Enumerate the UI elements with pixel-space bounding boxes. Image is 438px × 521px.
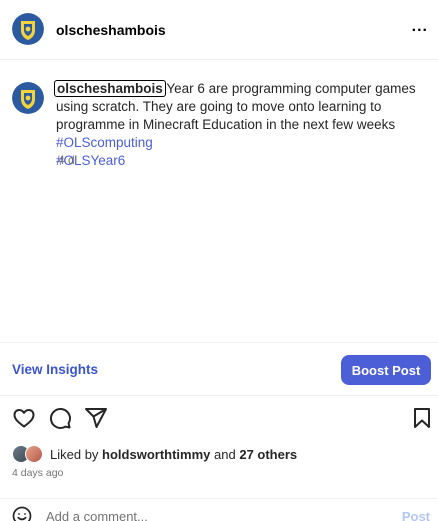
others-count-link[interactable]: 27 others: [239, 447, 297, 462]
caption-username[interactable]: olscheshambois: [54, 80, 166, 97]
view-insights-link[interactable]: View Insights: [12, 362, 98, 377]
comment-icon[interactable]: [48, 406, 72, 430]
caption-area: olscheshambois Year 6 are programming co…: [0, 60, 438, 342]
heart-icon[interactable]: [12, 406, 36, 430]
bookmark-icon[interactable]: [410, 406, 434, 430]
likes-summary: Liked by holdsworthtimmy and 27 others: [12, 445, 297, 463]
hashtag-link[interactable]: #OLScomputing: [56, 135, 153, 150]
boost-post-button[interactable]: Boost Post: [341, 355, 431, 385]
share-icon[interactable]: [84, 406, 108, 430]
comment-input[interactable]: [46, 505, 386, 521]
more-horizontal-icon[interactable]: ...: [412, 18, 428, 36]
post-header: olscheshambois ...: [0, 0, 438, 60]
caption-text-block: olscheshambois Year 6 are programming co…: [54, 80, 428, 170]
account-avatar[interactable]: [12, 13, 44, 45]
liker-avatars: [12, 445, 46, 463]
post-date: 4 days ago: [12, 467, 64, 479]
insights-bar: View Insights Boost Post: [0, 342, 438, 396]
liker-username-link[interactable]: holdsworthtimmy: [102, 447, 210, 462]
liked-by-prefix: Liked by: [50, 446, 99, 462]
post-time-ago: 4 d: [58, 153, 75, 167]
post-comment-button[interactable]: Post: [402, 509, 430, 521]
school-crest-icon: [12, 82, 44, 114]
comment-bar: Post: [0, 498, 438, 521]
liked-by-joiner: and: [214, 446, 236, 462]
emoji-icon[interactable]: [12, 506, 32, 521]
caption-avatar[interactable]: [12, 82, 44, 114]
header-username[interactable]: olscheshambois: [56, 22, 166, 38]
avatar: [25, 445, 43, 463]
post-actions: [0, 398, 438, 438]
school-crest-icon: [12, 13, 44, 45]
